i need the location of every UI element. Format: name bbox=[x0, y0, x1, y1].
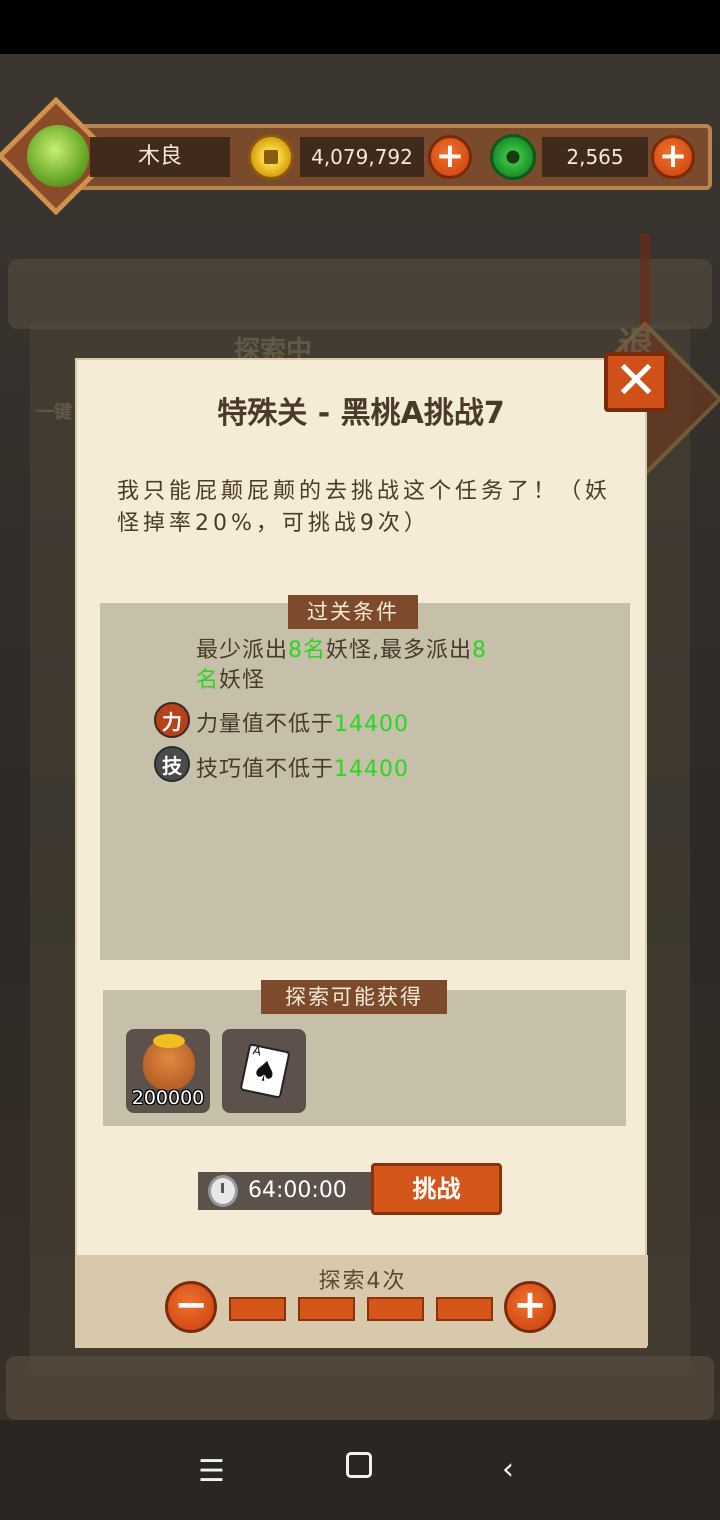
skill-value: 14400 bbox=[334, 757, 410, 782]
challenge-button[interactable]: 挑战 bbox=[371, 1163, 502, 1215]
gold-coins-icon bbox=[153, 1034, 185, 1048]
increase-button[interactable]: + bbox=[504, 1281, 556, 1333]
decrease-button[interactable]: − bbox=[165, 1281, 217, 1333]
add-coins-button[interactable]: + bbox=[428, 135, 472, 179]
stopwatch-icon bbox=[208, 1175, 238, 1207]
skill-label: 技巧值不低于 bbox=[196, 757, 335, 782]
explore-pip bbox=[298, 1297, 355, 1321]
explore-pip bbox=[229, 1297, 286, 1321]
skill-condition: 技巧值不低于14400 bbox=[196, 751, 409, 783]
dispatch-min: 8名 bbox=[288, 638, 327, 663]
dispatch-prefix: 最少派出 bbox=[196, 638, 289, 663]
home-icon[interactable] bbox=[346, 1452, 372, 1478]
jade-amount: 2,565 bbox=[542, 137, 648, 177]
power-condition: 力量值不低于14400 bbox=[196, 706, 409, 738]
dispatch-condition: 最少派出8名妖怪,最多派出8 名妖怪 bbox=[196, 636, 556, 696]
back-icon[interactable]: ‹ bbox=[502, 1452, 514, 1487]
add-jade-button[interactable]: + bbox=[651, 135, 695, 179]
background-scroll-top bbox=[8, 259, 712, 329]
skill-icon: 技 bbox=[154, 746, 190, 782]
power-label: 力量值不低于 bbox=[196, 712, 335, 737]
dispatch-max-unit: 名 bbox=[196, 668, 220, 693]
explore-pip bbox=[436, 1297, 493, 1321]
status-bar bbox=[0, 0, 720, 54]
background-oneclick-label: 一键 bbox=[36, 402, 72, 423]
power-icon: 力 bbox=[154, 702, 190, 738]
dispatch-mid: 妖怪,最多派出 bbox=[326, 638, 473, 663]
dispatch-max-number: 8 bbox=[472, 638, 488, 663]
dialog-title: 特殊关 - 黑桃A挑战7 bbox=[217, 396, 505, 431]
explore-count-label: 探索4次 bbox=[318, 1269, 407, 1294]
reward-count: 200000 bbox=[131, 1087, 205, 1109]
rewards-tag: 探索可能获得 bbox=[261, 980, 447, 1014]
dispatch-suffix: 妖怪 bbox=[219, 668, 266, 693]
menu-icon[interactable]: ☰ bbox=[198, 1454, 225, 1489]
system-nav-bar: ☰ ‹ bbox=[0, 1430, 720, 1520]
coin-amount: 4,079,792 bbox=[300, 137, 424, 177]
avatar[interactable] bbox=[27, 125, 89, 187]
dialog-description: 我只能屁颠屁颠的去挑战这个任务了！（妖怪掉率20%，可挑战9次） bbox=[117, 479, 612, 536]
player-name: 木良 bbox=[90, 137, 230, 177]
coin-icon bbox=[248, 134, 294, 180]
conditions-tag: 过关条件 bbox=[288, 595, 418, 629]
power-value: 14400 bbox=[334, 712, 410, 737]
jade-icon bbox=[490, 134, 536, 180]
explore-pip bbox=[367, 1297, 424, 1321]
